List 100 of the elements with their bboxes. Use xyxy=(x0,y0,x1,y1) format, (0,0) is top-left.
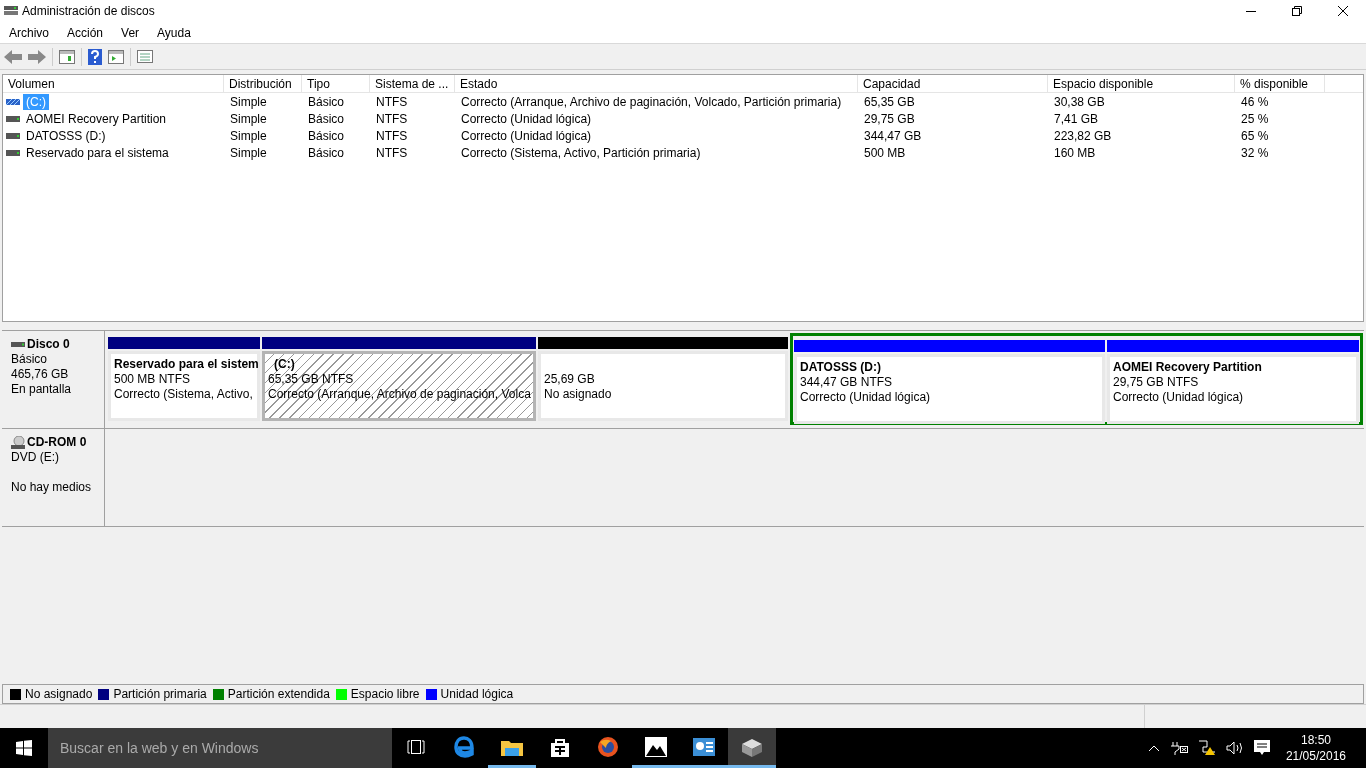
column-header[interactable]: Espacio disponible xyxy=(1048,75,1235,93)
shopping-bag-icon xyxy=(550,736,570,757)
partition-name: (C:) xyxy=(273,356,296,372)
column-header[interactable]: Sistema de ... xyxy=(370,75,455,93)
table-cell-text: NTFS xyxy=(376,93,408,111)
menu-item[interactable]: Archivo xyxy=(0,21,58,44)
search-field[interactable]: Buscar en la web y en Windows xyxy=(48,728,392,768)
disk-name: Disco 0 xyxy=(27,337,70,352)
disk-info: DVD (E:) xyxy=(11,450,60,465)
cd-drive-icon xyxy=(11,436,25,449)
partition-size: 25,69 GB xyxy=(544,371,596,387)
windows-logo-icon xyxy=(16,740,32,756)
back-arrow-icon[interactable] xyxy=(4,49,22,64)
partition-status: Correcto (Unidad lógica) xyxy=(800,389,932,405)
table-cell-text: Correcto (Unidad lógica) xyxy=(461,127,592,145)
disk-label-panel[interactable]: Disco 0 Básico 465,76 GB En pantalla xyxy=(2,331,105,428)
disk-info: 465,76 GB xyxy=(11,367,70,382)
table-cell-text: Simple xyxy=(230,127,267,145)
legend-label: Partición extendida xyxy=(227,686,330,703)
volume-name[interactable]: DATOSSS (D:) xyxy=(23,127,109,144)
column-header[interactable]: Estado xyxy=(455,75,858,93)
disk-label-panel[interactable]: CD-ROM 0 DVD (E:) No hay medios xyxy=(2,429,105,526)
partition-block[interactable]: (C:) 65,35 GB NTFS Correcto (Arranque, Archivo de paginación, Volca xyxy=(262,350,536,421)
table-cell-text: 29,75 GB xyxy=(864,110,915,128)
partition-name: AOMEI Recovery Partition xyxy=(1113,359,1263,375)
table-cell-text: Correcto (Unidad lógica) xyxy=(461,110,592,128)
partition-block[interactable]: DATOSSS (D:) 344,47 GB NTFS Correcto (Unidad lógica) xyxy=(794,353,1105,424)
browser-e-icon xyxy=(454,735,474,758)
table-cell-text: Básico xyxy=(308,110,345,128)
partition-status: Correcto (Unidad lógica) xyxy=(1113,389,1245,405)
column-header[interactable]: Distribución xyxy=(224,75,302,93)
action-pane-icon[interactable] xyxy=(108,49,124,64)
control-panel-icon xyxy=(693,737,715,756)
power-plug-icon[interactable] xyxy=(1169,741,1188,755)
legend-label: Espacio libre xyxy=(350,686,420,703)
legend-label: Unidad lógica xyxy=(440,686,514,703)
partition-block[interactable]: 25,69 GB No asignado xyxy=(538,350,788,421)
legend-label: Partición primaria xyxy=(113,686,207,703)
partition-status: No asignado xyxy=(544,386,613,402)
table-cell-text: 32 % xyxy=(1241,144,1269,162)
chevron-up-icon[interactable] xyxy=(1147,744,1160,752)
column-header[interactable]: Capacidad xyxy=(858,75,1048,93)
drive-icon xyxy=(6,115,20,122)
table-cell-text: NTFS xyxy=(376,127,408,145)
table-cell-text: 65,35 GB xyxy=(864,93,915,111)
table-cell-text: 30,38 GB xyxy=(1054,93,1105,111)
table-cell-text: 7,41 GB xyxy=(1054,110,1099,128)
minimize-icon xyxy=(1246,10,1256,12)
window-title: Administración de discos xyxy=(22,3,155,20)
disk-name: CD-ROM 0 xyxy=(27,435,87,450)
table-cell-text: NTFS xyxy=(376,144,408,162)
drive-icon xyxy=(6,132,20,139)
clock-date: 21/05/2016 xyxy=(1285,748,1346,764)
volume-name[interactable]: AOMEI Recovery Partition xyxy=(23,110,170,127)
table-cell-text: NTFS xyxy=(376,110,408,128)
mountain-picture-icon xyxy=(645,736,667,757)
menu-item[interactable]: Acción xyxy=(58,21,113,44)
help-icon[interactable] xyxy=(88,48,102,65)
network-warning-icon[interactable] xyxy=(1197,740,1216,756)
app-icon xyxy=(4,5,18,17)
forward-arrow-icon[interactable] xyxy=(28,49,46,64)
menu-item[interactable]: Ayuda xyxy=(148,21,200,44)
console-tree-icon[interactable] xyxy=(59,49,75,64)
table-cell-text: 500 MB xyxy=(864,144,906,162)
table-cell-text: Simple xyxy=(230,144,267,162)
striped-drive-icon xyxy=(6,98,20,105)
table-cell-text: 223,82 GB xyxy=(1054,127,1112,145)
table-cell-text: Básico xyxy=(308,144,345,162)
extended-partition[interactable]: DATOSSS (D:) 344,47 GB NTFS Correcto (Unidad lógica) AOMEI Recovery Partition 29,75 GB NTFS Correcto (Unidad lógica) xyxy=(790,333,1363,425)
partition-block[interactable]: Reservado para el sistem 500 MB NTFS Correcto (Sistema, Activo, xyxy=(108,350,260,421)
drive-icon xyxy=(6,149,20,156)
partition-status: Correcto (Sistema, Activo, xyxy=(114,386,254,402)
restore-icon xyxy=(1292,6,1302,16)
partition-block[interactable]: AOMEI Recovery Partition 29,75 GB NTFS Correcto (Unidad lógica) xyxy=(1107,353,1359,424)
table-cell-text: Simple xyxy=(230,93,267,111)
disk-info: En pantalla xyxy=(11,382,73,397)
table-cell-text: 25 % xyxy=(1241,110,1269,128)
disk-info: Básico xyxy=(11,352,49,367)
close-icon xyxy=(1338,6,1348,16)
table-cell-text: 65 % xyxy=(1241,127,1269,145)
table-cell-text: Correcto (Arranque, Archivo de paginación, Volcado, Partición primaria) xyxy=(461,93,842,111)
table-cell-text: Correcto (Sistema, Activo, Partición primaria) xyxy=(461,144,701,162)
partition-name: DATOSSS (D:) xyxy=(800,359,882,375)
partition-size: 344,47 GB NTFS xyxy=(800,374,894,390)
clock-time: 18:50 xyxy=(1300,732,1331,748)
speaker-icon[interactable] xyxy=(1225,741,1244,755)
menu-item[interactable]: Ver xyxy=(112,21,149,44)
table-cell-text: Básico xyxy=(308,93,345,111)
legend-label: No asignado xyxy=(25,686,93,703)
taskbar-app-button[interactable] xyxy=(728,728,776,768)
column-header[interactable]: % disponible xyxy=(1235,75,1325,93)
table-cell-text: 160 MB xyxy=(1054,144,1096,162)
column-header[interactable]: Volumen xyxy=(3,75,224,93)
column-header[interactable]: Tipo xyxy=(302,75,370,93)
task-view-icon xyxy=(407,739,425,754)
partition-size: 500 MB NTFS xyxy=(114,371,192,387)
notifications-icon[interactable] xyxy=(1253,740,1270,756)
volume-name[interactable]: Reservado para el sistema xyxy=(23,144,172,161)
properties-icon[interactable] xyxy=(137,50,153,63)
table-cell-text: 344,47 GB xyxy=(864,127,922,145)
